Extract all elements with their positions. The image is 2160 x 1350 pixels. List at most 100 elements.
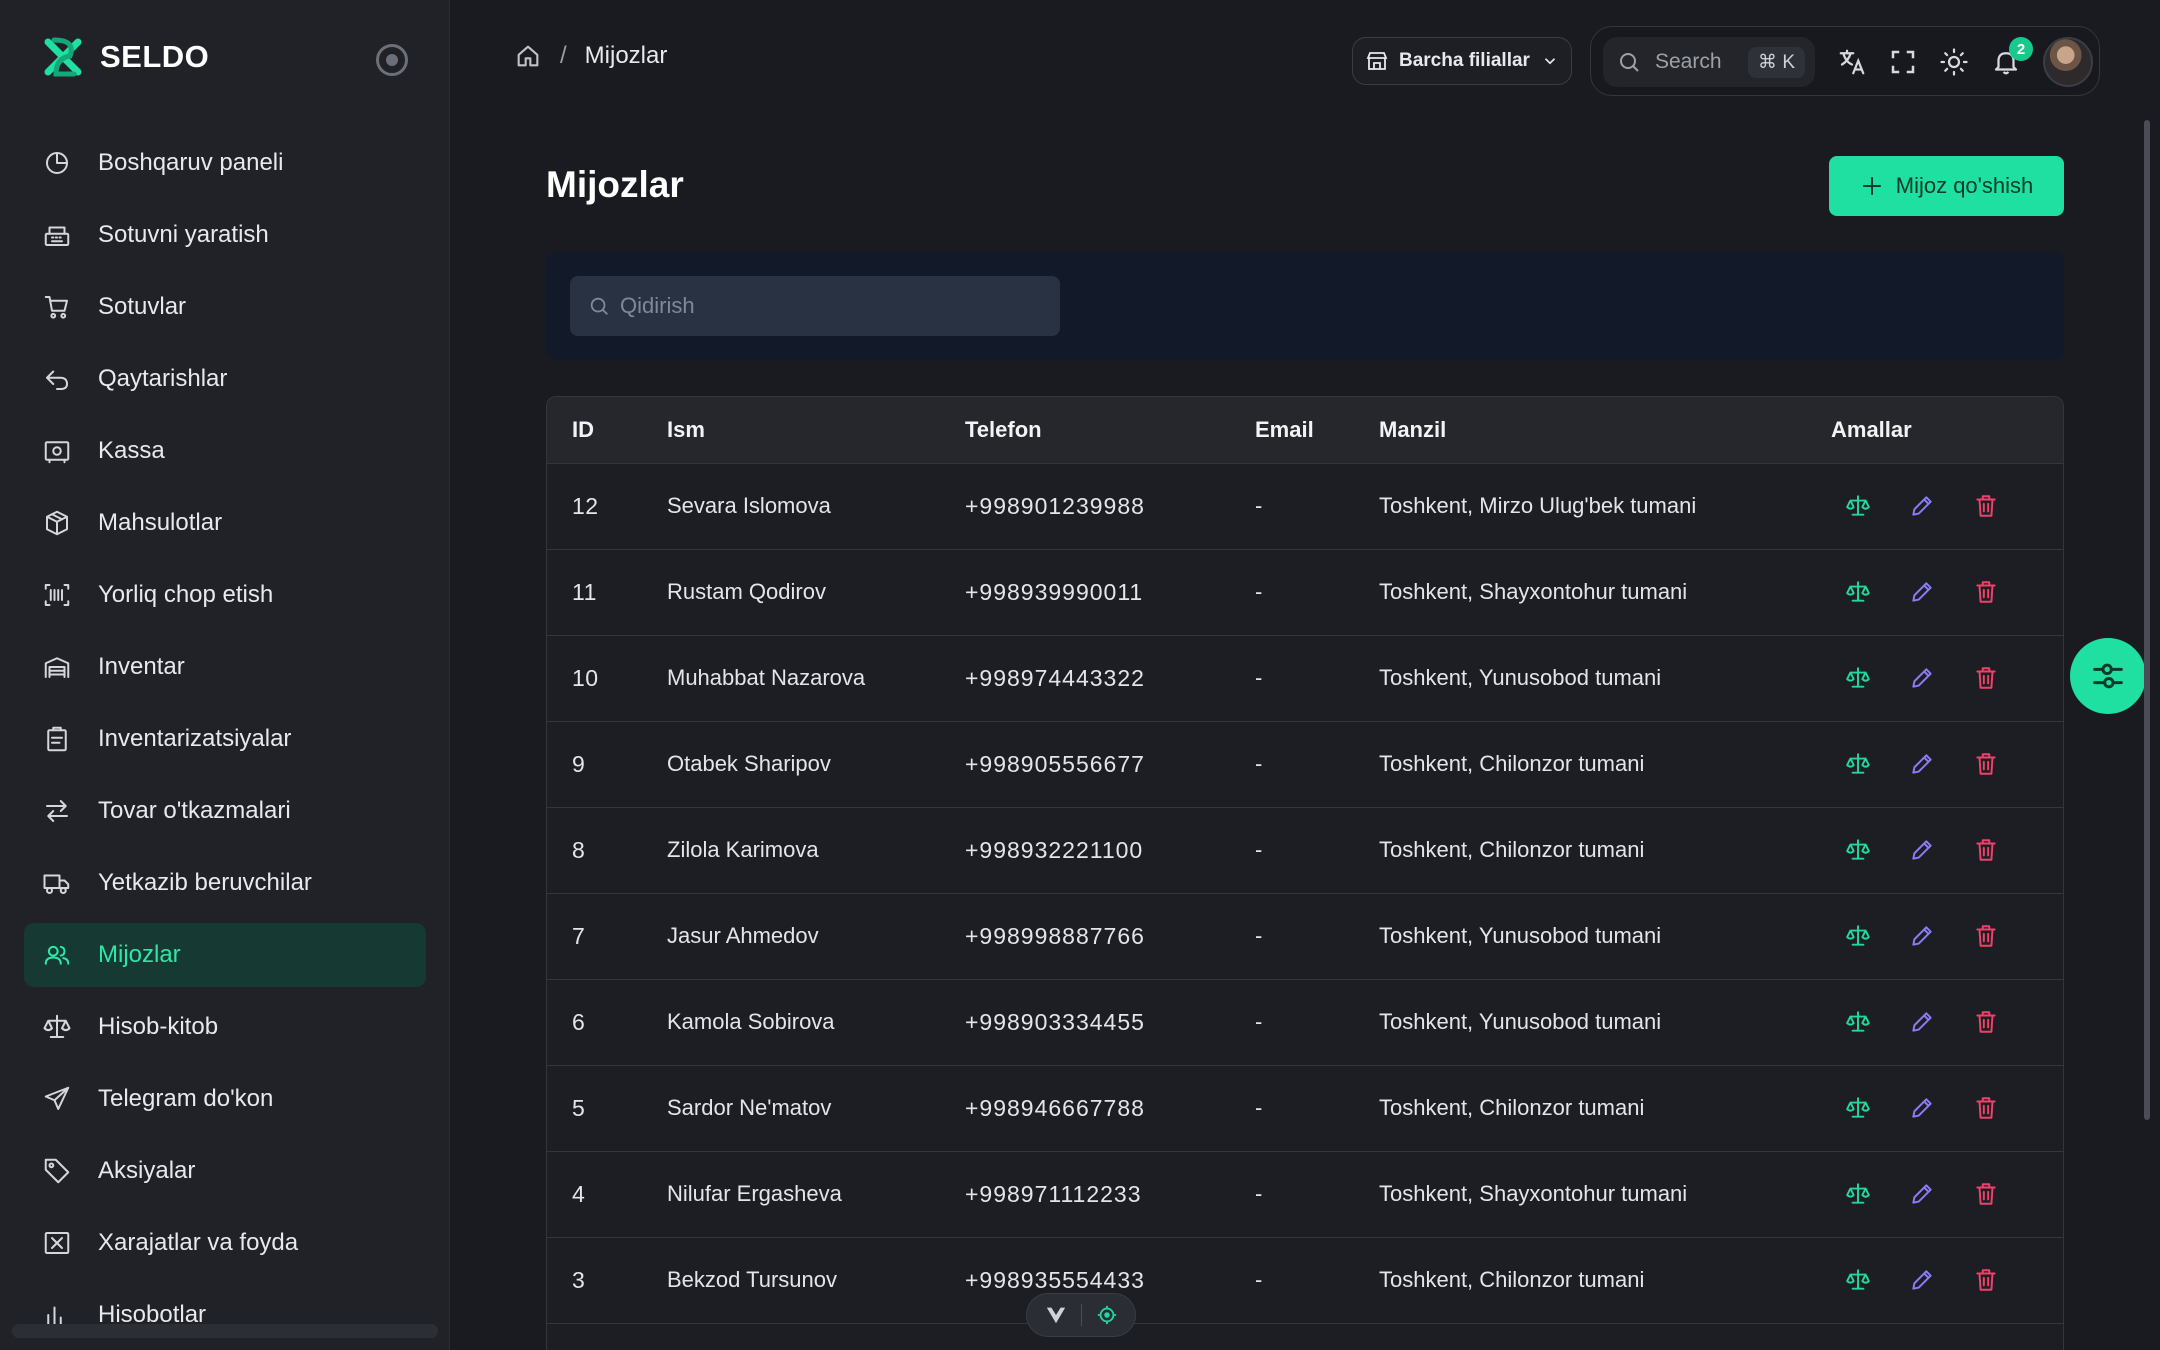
balance-icon[interactable]	[1845, 1009, 1871, 1035]
sidebar-item-11[interactable]: Mijozlar	[24, 923, 426, 987]
table-row[interactable]: 7 Jasur Ahmedov +998998887766- Toshkent, Yu…	[547, 892, 2063, 979]
cell-id: 8	[547, 806, 667, 893]
sidebar-scrollbar[interactable]	[12, 1324, 438, 1338]
brand[interactable]: SELDO	[40, 34, 209, 80]
table-row[interactable]: 12 Sevara Islomova +998901239988- Toshkent,…	[547, 462, 2063, 549]
fullscreen-icon[interactable]	[1888, 47, 1918, 77]
edit-icon[interactable]	[1909, 837, 1935, 863]
cell-email: -	[1255, 548, 1379, 635]
table-row[interactable]: 4 Nilufar Ergasheva +998971112233- Toshkent…	[547, 1150, 2063, 1237]
sidebar-item-6[interactable]: Yorliq chop etish	[24, 563, 426, 627]
balance-icon[interactable]	[1845, 493, 1871, 519]
customer-search-input[interactable]: Qidirish	[570, 276, 1060, 336]
table-row[interactable]: 3 Bekzod Tursunov +998935554433- Toshkent, …	[547, 1236, 2063, 1323]
table-header-row: ID Ism Telefon Email Manzil Amallar	[547, 397, 2063, 463]
sidebar-item-8[interactable]: Inventarizatsiyalar	[24, 707, 426, 771]
edit-icon[interactable]	[1909, 1009, 1935, 1035]
cell-email: -	[1255, 720, 1379, 807]
page-scrollbar[interactable]	[2144, 120, 2150, 1120]
sidebar-item-14[interactable]: Aksiyalar	[24, 1139, 426, 1203]
trash-icon[interactable]	[1973, 493, 1999, 519]
cell-actions	[1831, 1064, 2063, 1151]
sidebar-item-10[interactable]: Yetkazib beruvchilar	[24, 851, 426, 915]
balance-icon[interactable]	[1845, 751, 1871, 777]
trash-icon[interactable]	[1973, 1095, 1999, 1121]
sidebar-item-7[interactable]: Inventar	[24, 635, 426, 699]
cell-actions	[1831, 892, 2063, 979]
sidebar-item-label: Mahsulotlar	[98, 509, 223, 536]
edit-icon[interactable]	[1909, 665, 1935, 691]
sidebar-item-1[interactable]: Sotuvni yaratish	[24, 203, 426, 267]
column-header: Telefon	[965, 416, 1042, 442]
table-row[interactable]	[547, 1322, 2063, 1350]
cell-id	[547, 1322, 667, 1350]
balance-icon[interactable]	[1845, 579, 1871, 605]
brand-name: SELDO	[100, 39, 210, 74]
cell-actions	[1831, 806, 2063, 893]
vue-logo-icon	[1046, 1307, 1065, 1324]
transfer-icon	[46, 800, 68, 822]
user-avatar[interactable]	[2043, 37, 2093, 87]
cell-actions	[1831, 978, 2063, 1065]
global-search[interactable]: Search ⌘ K	[1603, 37, 1815, 87]
trash-icon[interactable]	[1973, 751, 1999, 777]
sidebar-item-9[interactable]: Tovar o'tkazmalari	[24, 779, 426, 843]
edit-icon[interactable]	[1909, 493, 1935, 519]
sidebar-item-2[interactable]: Sotuvlar	[24, 275, 426, 339]
sidebar-item-0[interactable]: Boshqaruv paneli	[24, 131, 426, 195]
edit-icon[interactable]	[1909, 923, 1935, 949]
cash-register-icon	[44, 226, 70, 246]
customers-table: ID Ism Telefon Email Manzil Amallar 12 Sevara …	[546, 396, 2064, 1350]
column-header: Email	[1255, 416, 1314, 442]
devtools-toolbar[interactable]	[1026, 1293, 1136, 1337]
edit-icon[interactable]	[1909, 751, 1935, 777]
sidebar-item-4[interactable]: Kassa	[24, 419, 426, 483]
cell-phone: +998946667788	[965, 1064, 1255, 1151]
edit-icon[interactable]	[1909, 579, 1935, 605]
trash-icon[interactable]	[1973, 1009, 1999, 1035]
trash-icon[interactable]	[1973, 665, 1999, 691]
cell-address: Toshkent, Mirzo Ulug'bek tumani	[1379, 462, 1831, 549]
edit-icon[interactable]	[1909, 1095, 1935, 1121]
sidebar-item-3[interactable]: Qaytarishlar	[24, 347, 426, 411]
sidebar-item-label: Aksiyalar	[98, 1157, 196, 1184]
cell-actions	[1831, 462, 2063, 549]
add-customer-label: Mijoz qo'shish	[1895, 173, 2034, 198]
trash-icon[interactable]	[1973, 837, 1999, 863]
balance-icon[interactable]	[1845, 665, 1871, 691]
home-icon[interactable]	[514, 42, 542, 70]
sidebar-item-13[interactable]: Telegram do'kon	[24, 1067, 426, 1131]
balance-icon[interactable]	[1845, 1095, 1871, 1121]
trash-icon[interactable]	[1973, 579, 1999, 605]
table-row[interactable]: 9 Otabek Sharipov +998905556677- Toshkent, …	[547, 720, 2063, 807]
sidebar-item-5[interactable]: Mahsulotlar	[24, 491, 426, 555]
edit-icon[interactable]	[1909, 1267, 1935, 1293]
sidebar-item-label: Tovar o'tkazmalari	[98, 797, 291, 824]
add-customer-button[interactable]: Mijoz qo'shish	[1829, 156, 2064, 216]
send-icon	[44, 1086, 70, 1110]
cell-address: Toshkent, Yunusobod tumani	[1379, 978, 1831, 1065]
trash-icon[interactable]	[1973, 1267, 1999, 1293]
balance-icon[interactable]	[1845, 1181, 1871, 1207]
table-row[interactable]: 8 Zilola Karimova +998932221100- Toshkent, …	[547, 806, 2063, 893]
table-row[interactable]: 10 Muhabbat Nazarova +998974443322- Toshken…	[547, 634, 2063, 721]
trash-icon[interactable]	[1973, 1181, 1999, 1207]
translate-icon[interactable]	[1837, 47, 1867, 77]
table-row[interactable]: 6 Kamola Sobirova +998903334455- Toshkent, …	[547, 978, 2063, 1065]
balance-icon[interactable]	[1845, 837, 1871, 863]
cell-id: 5	[547, 1064, 667, 1151]
balance-icon[interactable]	[1845, 923, 1871, 949]
sidebar-item-label: Inventarizatsiyalar	[98, 725, 292, 752]
table-row[interactable]: 5 Sardor Ne'matov +998946667788- Toshkent, …	[547, 1064, 2063, 1151]
table-row[interactable]: 11 Rustam Qodirov +998939990011- Toshkent, …	[547, 548, 2063, 635]
sidebar-item-15[interactable]: Xarajatlar va foyda	[24, 1211, 426, 1275]
trash-icon[interactable]	[1973, 923, 1999, 949]
settings-float-button[interactable]	[2070, 638, 2146, 714]
sidebar-collapse-toggle[interactable]	[376, 44, 408, 76]
edit-icon[interactable]	[1909, 1181, 1935, 1207]
sun-icon[interactable]	[1939, 47, 1969, 77]
sidebar-item-label: Xarajatlar va foyda	[98, 1229, 299, 1256]
balance-icon[interactable]	[1845, 1267, 1871, 1293]
sidebar-item-12[interactable]: Hisob-kitob	[24, 995, 426, 1059]
branch-select[interactable]: Barcha filiallar	[1352, 37, 1572, 85]
